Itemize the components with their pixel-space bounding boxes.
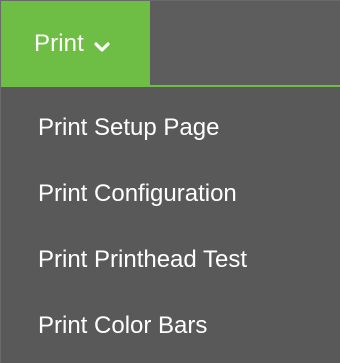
menu-item-print-setup-page[interactable]: Print Setup Page xyxy=(1,95,340,161)
menu-item-print-color-bars[interactable]: Print Color Bars xyxy=(1,293,340,359)
menu-item-label: Print Setup Page xyxy=(38,114,220,141)
menu-item-print-printhead-test[interactable]: Print Printhead Test xyxy=(1,227,340,293)
menu-item-print-configuration[interactable]: Print Configuration xyxy=(1,161,340,227)
chevron-down-icon xyxy=(94,40,110,52)
print-menu-window: Print Print Setup Page Print Configurati… xyxy=(0,0,340,363)
menu-item-label: Print Configuration xyxy=(38,180,237,207)
menu-item-label: Print Printhead Test xyxy=(38,246,248,273)
print-menu-label: Print xyxy=(34,30,84,57)
print-menu-button[interactable]: Print xyxy=(1,1,150,87)
print-dropdown-menu: Print Setup Page Print Configuration Pri… xyxy=(1,87,340,363)
menu-bar: Print xyxy=(1,1,340,87)
menu-item-label: Print Color Bars xyxy=(38,312,208,339)
